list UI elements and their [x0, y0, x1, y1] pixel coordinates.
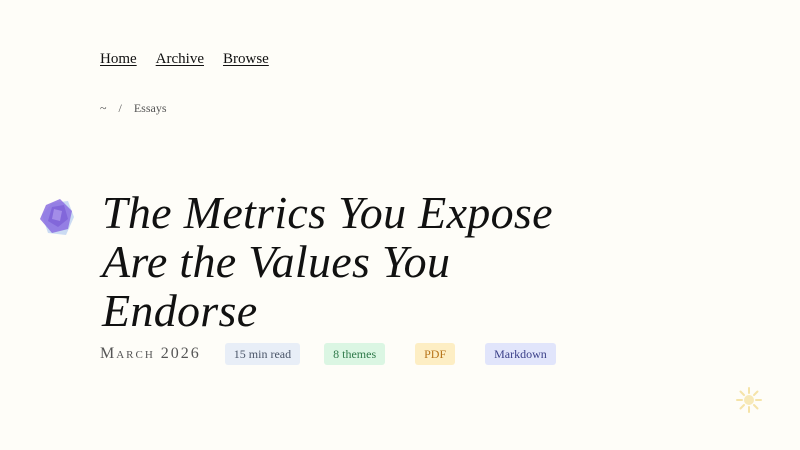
breadcrumb-home-link[interactable]: ~: [100, 101, 107, 116]
nav-item-archive[interactable]: Archive: [156, 51, 204, 68]
article-date: March 2026: [100, 345, 201, 362]
breadcrumb-separator: /: [118, 101, 122, 115]
purple-crystal-logo-icon: [40, 199, 74, 235]
nav-item-home[interactable]: Home: [100, 51, 137, 68]
breadcrumb: ~ / Essays: [100, 101, 167, 116]
markdown-download-button[interactable]: Markdown: [485, 343, 556, 365]
top-nav: Home Archive Browse: [100, 51, 269, 68]
read-time-badge: 15 min read: [224, 343, 301, 365]
article-meta: March 2026 15 min read 8 themes PDF Mark…: [100, 343, 556, 365]
nav-item-browse[interactable]: Browse: [223, 51, 269, 68]
pdf-download-button[interactable]: PDF: [415, 343, 456, 365]
sun-icon[interactable]: [735, 386, 763, 414]
themes-badge[interactable]: 8 themes: [324, 343, 386, 365]
page: Home Archive Browse ~ / Essays The Metri…: [0, 0, 800, 450]
article-title: The Metrics You Expose Are the Values Yo…: [102, 187, 553, 336]
breadcrumb-current: Essays: [133, 101, 167, 115]
